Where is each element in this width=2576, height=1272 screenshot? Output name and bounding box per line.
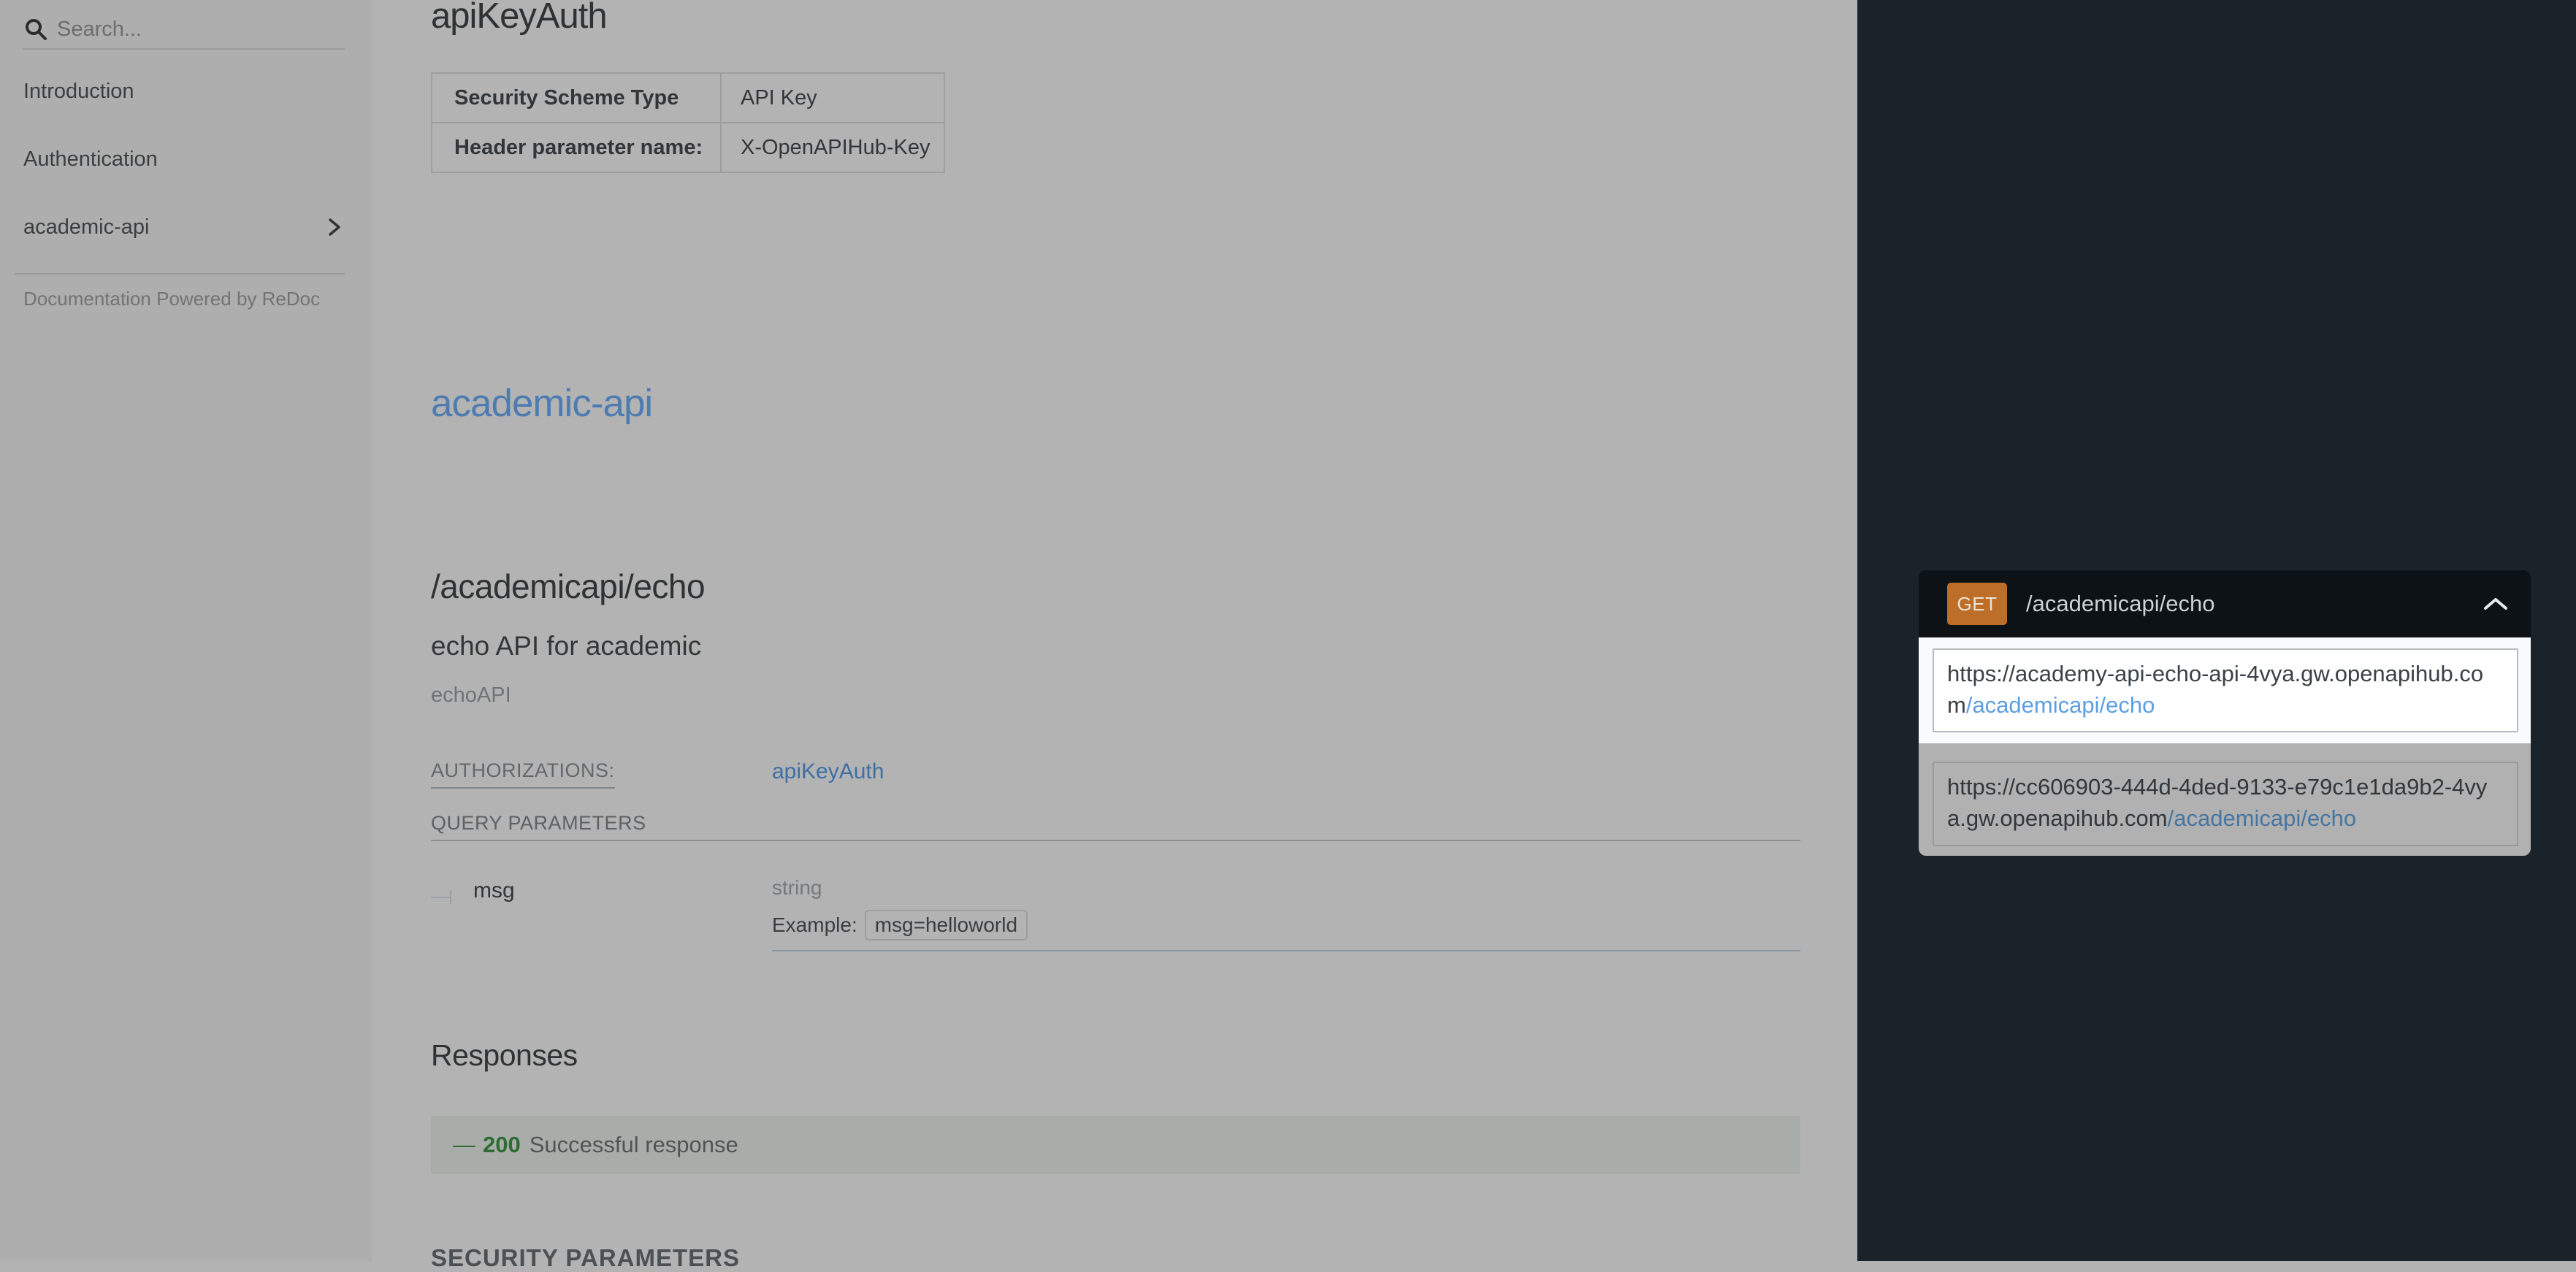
request-header[interactable]: GET /academicapi/echo <box>1919 570 2531 637</box>
sidebar-divider <box>15 273 345 275</box>
request-card-body: https://cc606903-444d-4ded-9133-e79c1e1d… <box>1919 743 2531 856</box>
chevron-up-icon <box>2484 598 2507 610</box>
sidebar-item-authentication[interactable]: Authentication <box>0 137 372 182</box>
search-box[interactable] <box>22 10 345 50</box>
table-cell-label: Security Scheme Type <box>431 72 722 123</box>
parameter-detail: string Example: msg=helloworld <box>772 876 1800 940</box>
authorizations-row: AUTHORIZATIONS: apiKeyAuth <box>431 759 1800 789</box>
redoc-page: Introduction Authentication academic-api… <box>0 0 2576 1271</box>
search-input[interactable] <box>57 17 345 42</box>
security-parameters-heading: SECURITY PARAMETERS <box>431 1244 740 1271</box>
query-parameters-label: QUERY PARAMETERS <box>431 812 646 834</box>
powered-by-redoc-link[interactable]: Documentation Powered by ReDoc <box>23 288 320 310</box>
table-cell-value: X-OpenAPIHub-Key <box>720 122 945 173</box>
example-value-chip: msg=helloworld <box>864 910 1028 940</box>
security-scheme-table: Security Scheme Type API Key Header para… <box>431 72 945 173</box>
server-path-link[interactable]: /academicapi/echo <box>2168 805 2357 831</box>
tag-section-title[interactable]: academic-api <box>431 381 653 426</box>
server-url-highlight-stage: https://academy-api-echo-api-4vya.gw.ope… <box>1919 637 2531 743</box>
security-scheme-title: apiKeyAuth <box>431 0 608 36</box>
server-url-primary: https://academy-api-echo-api-4vya.gw.ope… <box>1933 648 2518 732</box>
response-description: Successful response <box>529 1132 738 1157</box>
table-row: Header parameter name: X-OpenAPIHub-Key <box>431 122 945 173</box>
sidebar-item-label: Introduction <box>23 79 134 103</box>
tree-connector-icon <box>431 891 451 904</box>
request-card: GET /academicapi/echo https://academy-ap… <box>1919 570 2531 856</box>
table-cell-value: API Key <box>720 72 945 123</box>
authorizations-label: AUTHORIZATIONS: <box>431 759 615 789</box>
table-cell-label: Header parameter name: <box>431 122 722 173</box>
server-path-link[interactable]: /academicapi/echo <box>1966 692 2155 718</box>
example-label: Example: <box>772 913 857 936</box>
main-content: apiKeyAuth Security Scheme Type API Key … <box>372 0 1857 1271</box>
server-url-secondary: https://cc606903-444d-4ded-9133-e79c1e1d… <box>1933 762 2518 846</box>
sidebar: Introduction Authentication academic-api… <box>0 0 372 1261</box>
chevron-right-icon <box>329 218 340 236</box>
sidebar-item-label: Authentication <box>23 147 158 171</box>
sidebar-item-label: academic-api <box>23 215 150 239</box>
parameter-rule <box>772 950 1800 951</box>
request-samples-panel: GET /academicapi/echo https://academy-ap… <box>1857 0 2576 1261</box>
operation-id: echoAPI <box>431 683 511 707</box>
parameter-name: msg <box>473 878 515 903</box>
query-parameters-rule <box>431 840 1800 841</box>
table-row: Security Scheme Type API Key <box>431 72 945 123</box>
parameter-example: Example: msg=helloworld <box>772 910 1800 940</box>
response-dash: — <box>453 1132 475 1157</box>
operation-path-title: /academicapi/echo <box>431 567 706 605</box>
search-icon <box>26 19 47 40</box>
operation-summary: echo API for academic <box>431 631 702 661</box>
request-path: /academicapi/echo <box>2026 591 2215 616</box>
sidebar-item-academic-api[interactable]: academic-api <box>0 204 372 250</box>
responses-heading: Responses <box>431 1038 578 1072</box>
authorizations-link[interactable]: apiKeyAuth <box>772 759 884 784</box>
sidebar-item-introduction[interactable]: Introduction <box>0 69 372 114</box>
parameter-type: string <box>772 876 822 899</box>
response-code: 200 <box>483 1132 521 1157</box>
http-method-badge: GET <box>1947 583 2007 625</box>
response-row-200[interactable]: — 200 Successful response <box>431 1116 1800 1174</box>
